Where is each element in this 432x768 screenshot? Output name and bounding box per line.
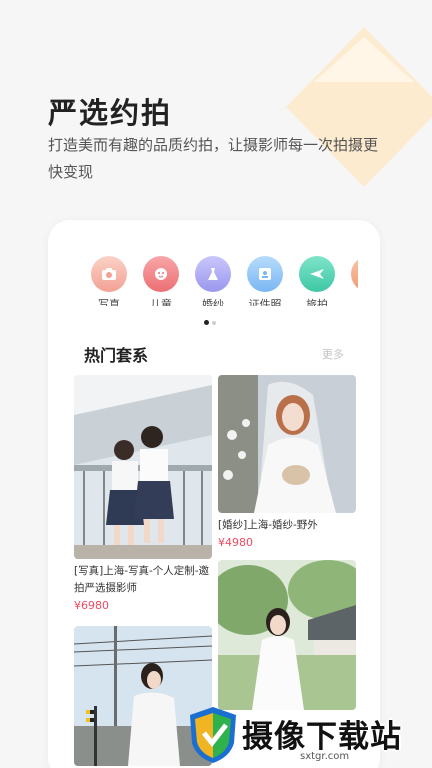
product-photo[interactable] [218,560,356,710]
product-title: [婚纱]上海-婚纱-野外 [218,519,318,531]
page-headline: 严选约拍 [48,96,173,130]
product-photo[interactable] [74,375,212,559]
category-label: 儿童 [150,298,172,306]
watermark: 摄像下载站 sxtgr.com [182,703,432,768]
more-link[interactable]: 更多 [322,346,344,362]
product-title: [写真]上海-写真-个人定制-邀拍严选摄影师 [74,565,210,594]
watermark-text: 摄像下载站 [242,719,402,755]
category-item-kids[interactable]: 儿童 [136,256,186,306]
category-label: 证件照 [248,298,282,306]
category-bar[interactable]: 写真 儿童 婚纱 证件照 旅拍 [84,256,358,306]
category-label: 写真 [98,298,120,306]
category-item-travel[interactable]: 旅拍 [292,256,342,306]
category-item-portrait[interactable]: 写真 [84,256,134,306]
carousel-dot [212,321,216,325]
watermark-url: sxtgr.com [300,751,350,762]
id-photo-icon [247,256,283,292]
carousel-dot-active [204,320,209,325]
product-card[interactable] [218,560,356,710]
carousel-indicator [202,320,222,325]
category-item-wedding[interactable]: 婚纱 [188,256,238,306]
baby-icon [143,256,179,292]
category-label: 旅拍 [306,298,328,306]
pet-icon [351,256,358,292]
product-price: ¥4980 [218,536,253,549]
section-title: 热门套系 [84,346,149,365]
app-preview-card: 写真 儿童 婚纱 证件照 旅拍 热门套系 更多 [写真]上海-写真-个人定制-邀… [48,220,380,768]
category-label: 宠 [344,296,358,306]
page-subtitle: 打造美而有趣的品质约拍，让摄影师每一次拍摄更快变现 [48,136,379,181]
category-item-pet[interactable]: 宠 [344,256,358,306]
product-card[interactable]: [写真]上海-写真-个人定制-邀拍严选摄影师 ¥6980 [74,375,212,612]
category-item-id-photo[interactable]: 证件照 [240,256,290,306]
camera-icon [91,256,127,292]
product-price: ¥6980 [74,599,109,612]
product-card[interactable]: [婚纱]上海-婚纱-野外 ¥4980 [218,375,356,549]
wedding-dress-icon [195,256,231,292]
shield-logo-icon [190,707,236,763]
product-photo[interactable] [218,375,356,513]
category-label: 婚纱 [202,298,224,306]
airplane-icon [299,256,335,292]
